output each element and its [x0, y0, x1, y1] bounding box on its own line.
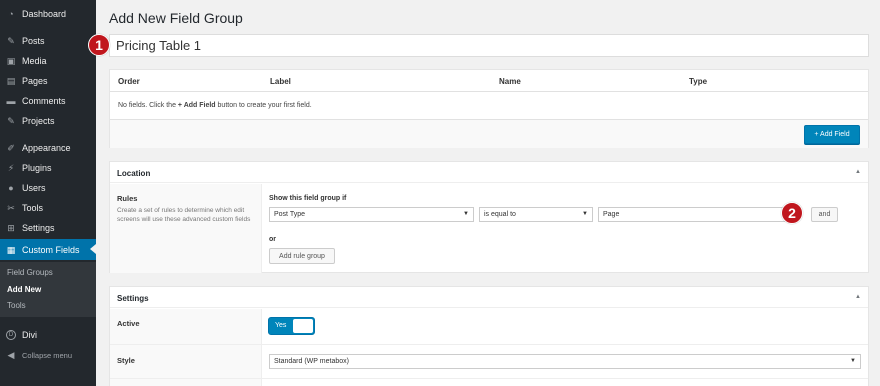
column-order: Order — [118, 77, 140, 86]
active-toggle[interactable]: Yes — [268, 317, 315, 335]
submenu-add-new[interactable]: Add New — [7, 285, 41, 294]
add-field-button[interactable]: + Add Field — [804, 125, 860, 144]
annotation-badge-2: 2 — [781, 202, 803, 224]
sidebar-item-media[interactable]: ▣ Media — [0, 51, 96, 71]
and-button[interactable]: and — [811, 207, 838, 222]
toggle-arrow-icon[interactable]: ▲ — [855, 169, 861, 175]
sidebar-item-users[interactable]: ● Users — [0, 178, 96, 198]
divi-icon: D — [6, 330, 16, 340]
style-select[interactable]: Standard (WP metabox) ▼ — [269, 354, 861, 369]
brush-icon: ✐ — [7, 143, 15, 153]
sidebar-item-appearance[interactable]: ✐ Appearance — [0, 138, 96, 158]
location-title: Location — [117, 169, 151, 178]
column-name: Name — [499, 77, 521, 86]
toggle-arrow-icon[interactable]: ▲ — [855, 294, 861, 300]
users-icon: ● — [8, 183, 14, 193]
page-title: Add New Field Group — [109, 10, 243, 26]
collapse-icon: ◀ — [7, 350, 15, 360]
rule-value-select[interactable]: Page — [598, 207, 788, 222]
rules-description: Create a set of rules to determine which… — [117, 207, 251, 223]
settings-label-column: Active Style — [110, 309, 262, 386]
fields-table-header: Order Label Name Type — [110, 70, 868, 92]
column-label: Label — [270, 77, 291, 86]
dashboard-icon: ◔ — [8, 9, 14, 19]
field-group-title-input[interactable]: Pricing Table 1 — [109, 34, 869, 57]
submenu-field-groups[interactable]: Field Groups — [7, 268, 53, 277]
style-label: Style — [117, 356, 135, 365]
comments-icon: ▬ — [6, 96, 16, 106]
sidebar-item-custom-fields[interactable]: ▦ Custom Fields — [0, 239, 96, 260]
fields-footer: + Add Field — [110, 119, 868, 148]
plugin-icon: ⚡ — [7, 163, 15, 173]
rules-label-column: Rules Create a set of rules to determine… — [110, 184, 262, 273]
pin-icon: ✎ — [7, 36, 15, 46]
or-label: or — [269, 236, 276, 243]
sidebar-item-projects[interactable]: ✎ Projects — [0, 111, 96, 131]
settings-header[interactable]: Settings ▲ — [110, 287, 868, 308]
column-type: Type — [689, 77, 708, 86]
sidebar-item-dashboard[interactable]: ◔ Dashboard — [0, 4, 96, 24]
sidebar-item-tools[interactable]: ✂ Tools — [0, 198, 96, 218]
settings-icon: ⊞ — [7, 223, 15, 233]
settings-title: Settings — [117, 294, 149, 303]
toggle-knob — [293, 319, 313, 333]
collapse-menu-button[interactable]: ◀ Collapse menu — [0, 345, 96, 365]
sidebar-item-pages[interactable]: ▤ Pages — [0, 71, 96, 91]
wrench-icon: ✂ — [7, 203, 15, 213]
custom-fields-submenu: Field Groups Add New Tools — [0, 262, 96, 317]
annotation-badge-1: 1 — [88, 34, 110, 56]
chevron-down-icon: ▼ — [463, 211, 469, 217]
settings-box: Settings ▲ Active Style Standard (WP met… — [109, 286, 869, 386]
location-header[interactable]: Location ▲ — [110, 162, 868, 183]
sidebar-item-plugins[interactable]: ⚡ Plugins — [0, 158, 96, 178]
settings-row-divider — [110, 378, 868, 379]
location-box: Location ▲ Rules Create a set of rules t… — [109, 161, 869, 273]
rules-label: Rules — [117, 194, 138, 203]
submenu-tools[interactable]: Tools — [7, 301, 26, 310]
fields-box: Order Label Name Type No fields. Click t… — [109, 69, 869, 148]
sidebar-item-settings[interactable]: ⊞ Settings — [0, 218, 96, 238]
sidebar-item-comments[interactable]: ▬ Comments — [0, 91, 96, 111]
show-if-label: Show this field group if — [269, 195, 347, 202]
settings-row-divider — [110, 344, 868, 345]
admin-sidebar: ◔ Dashboard ✎ Posts ▣ Media ▤ Pages ▬ Co… — [0, 0, 96, 386]
no-fields-message: No fields. Click the + Add Field button … — [118, 102, 312, 109]
media-icon: ▣ — [6, 56, 16, 66]
rule-operator-select[interactable]: is equal to ▼ — [479, 207, 593, 222]
custom-fields-icon: ▦ — [6, 244, 16, 255]
chevron-down-icon: ▼ — [850, 358, 856, 364]
rule-param-select[interactable]: Post Type ▼ — [269, 207, 474, 222]
chevron-down-icon: ▼ — [582, 211, 588, 217]
sidebar-item-posts[interactable]: ✎ Posts — [0, 31, 96, 51]
add-rule-group-button[interactable]: Add rule group — [269, 248, 335, 264]
pin-icon: ✎ — [7, 116, 15, 126]
pages-icon: ▤ — [6, 76, 16, 86]
active-label: Active — [117, 319, 140, 328]
sidebar-item-divi[interactable]: D Divi — [0, 325, 96, 345]
